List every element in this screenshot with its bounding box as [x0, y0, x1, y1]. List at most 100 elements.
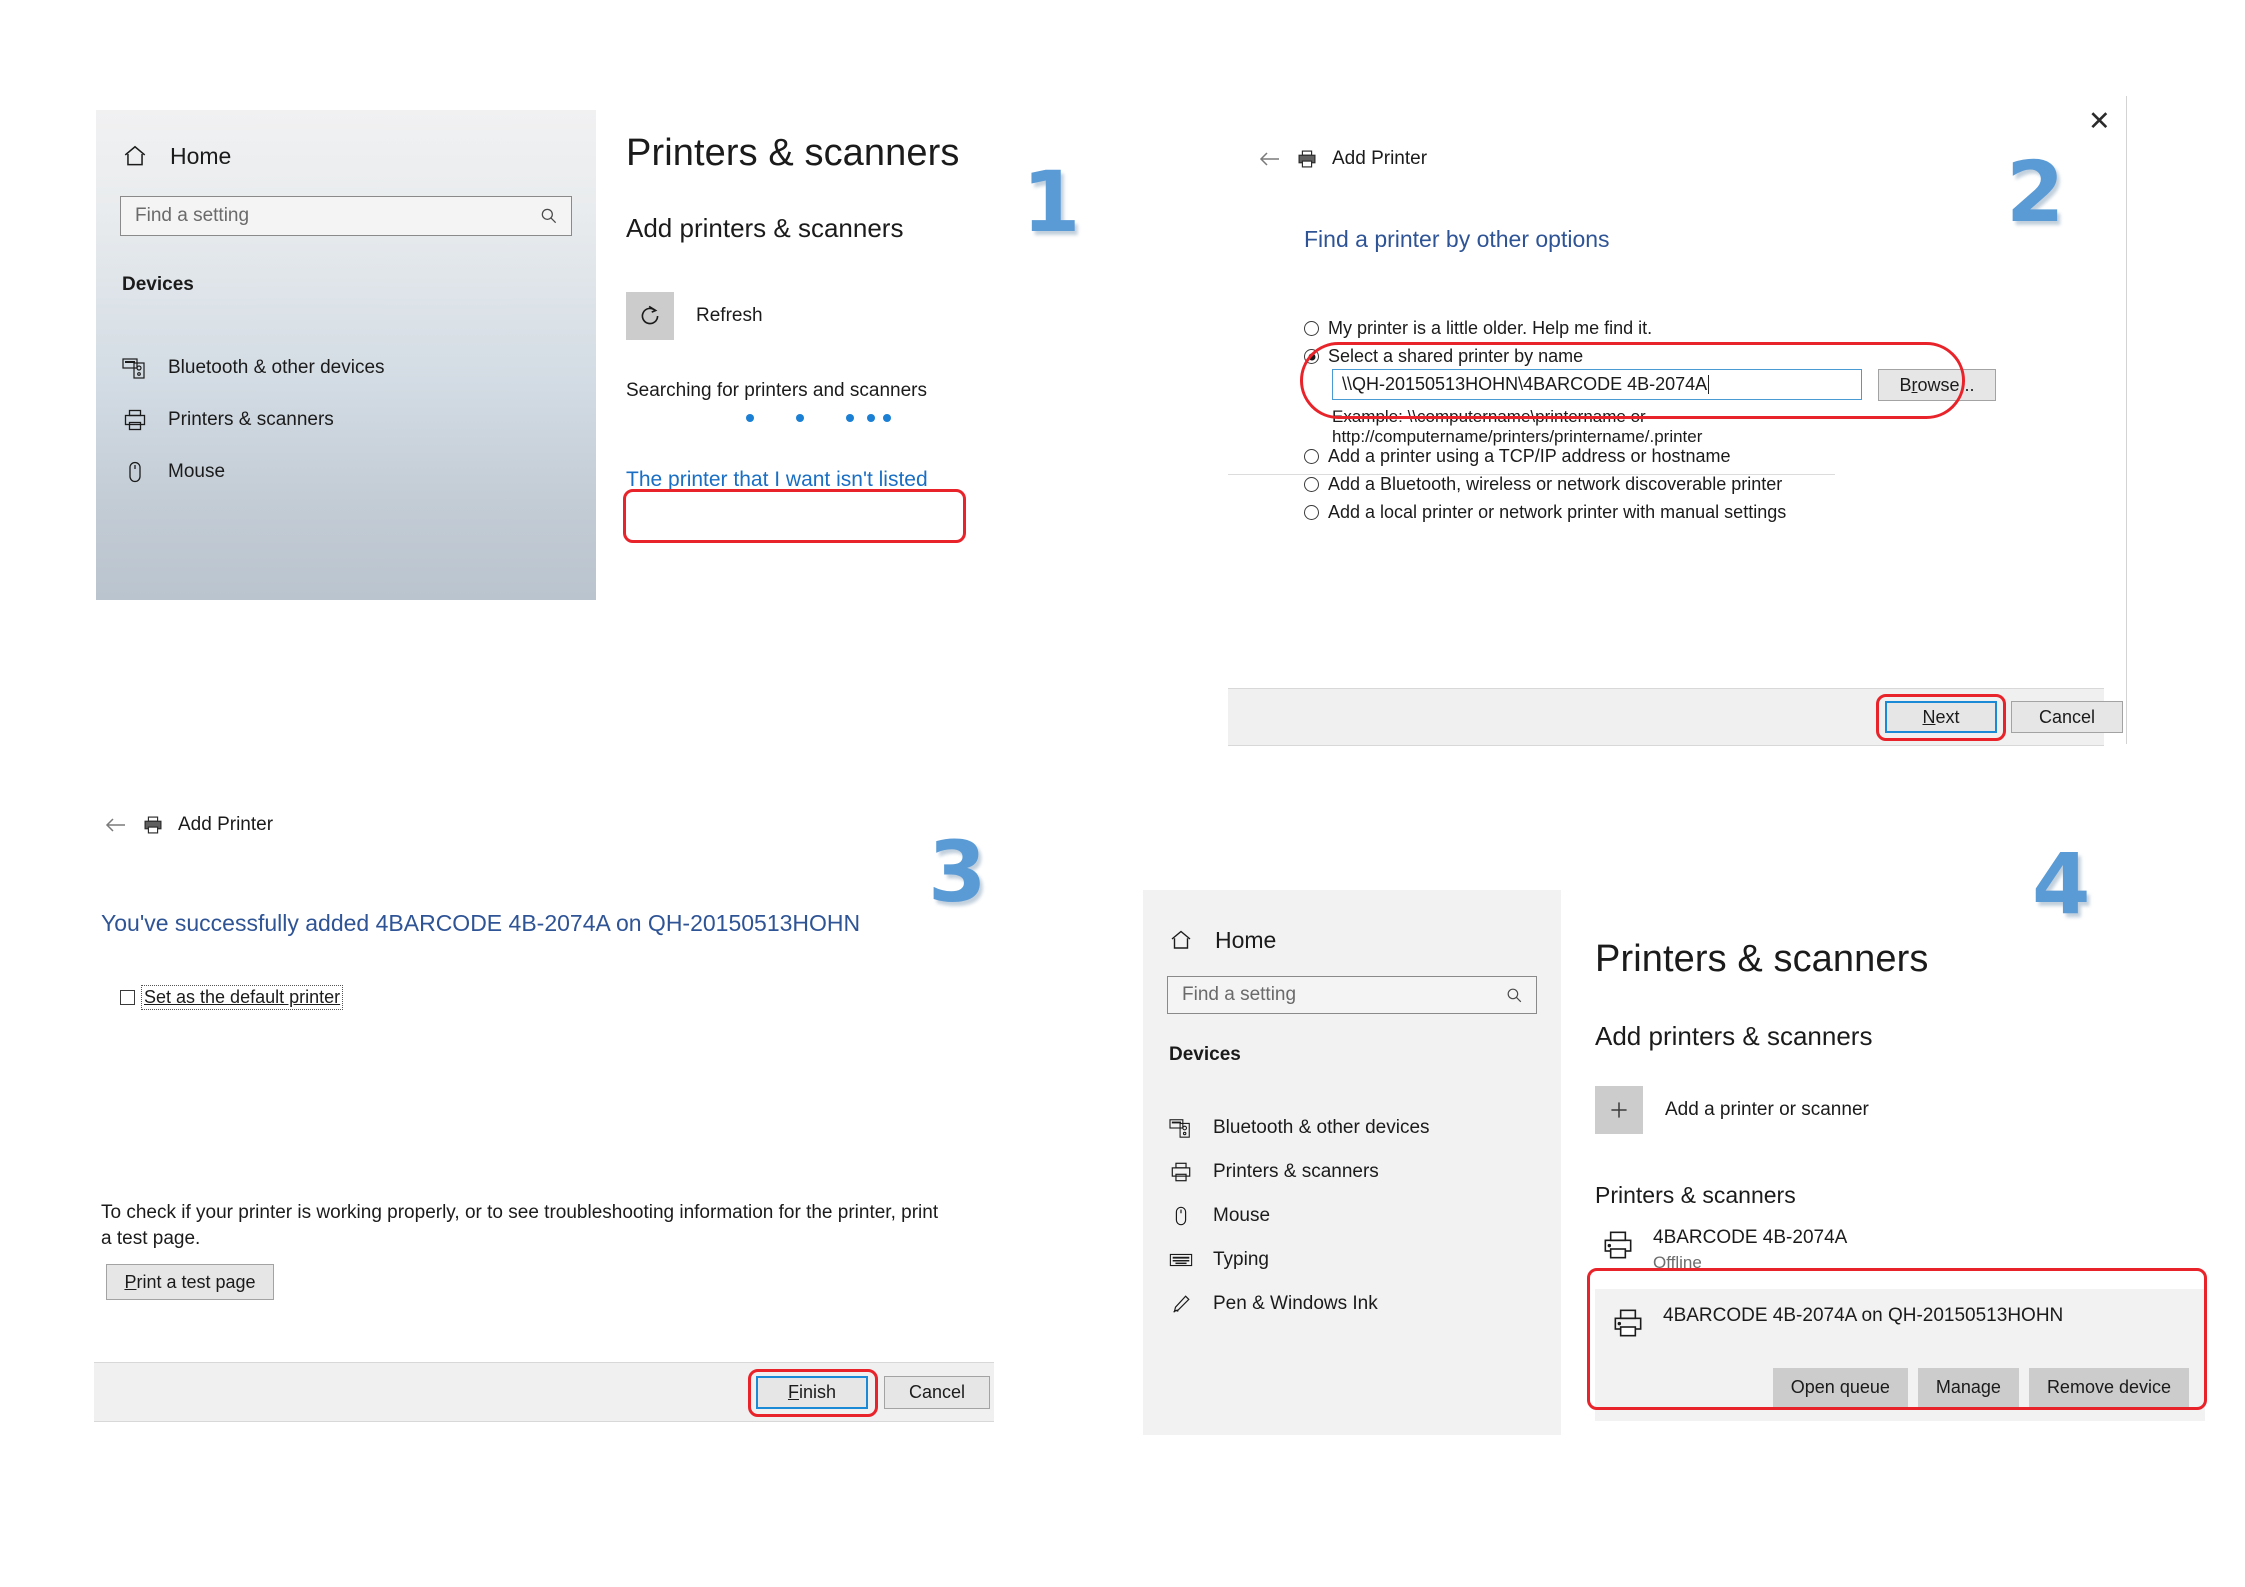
printer-icon: [1296, 149, 1318, 169]
back-arrow-icon[interactable]: [1258, 150, 1282, 168]
list-item[interactable]: 4BARCODE 4B-2074A on QH-20150513HOHN: [1595, 1289, 2205, 1339]
selected-printer-card[interactable]: 4BARCODE 4B-2074A on QH-20150513HOHN Ope…: [1595, 1289, 2205, 1421]
printer-icon: [122, 408, 148, 432]
option-select-shared-printer[interactable]: Select a shared printer by name: [1304, 346, 2064, 367]
add-printer-or-scanner-button[interactable]: Add a printer or scanner: [1595, 1086, 2215, 1134]
set-default-printer-label: Set as the default printer: [141, 985, 344, 1010]
dialog-title: Add Printer: [178, 814, 274, 835]
home-icon: [1169, 928, 1193, 952]
search-icon: [1505, 986, 1524, 1005]
radio-bluetooth-wireless-printer[interactable]: [1304, 477, 1319, 492]
refresh-tile[interactable]: [626, 292, 674, 340]
refresh-button[interactable]: Refresh: [626, 292, 1106, 340]
finish-button[interactable]: Finish: [756, 1376, 868, 1409]
remove-device-button[interactable]: Remove device: [2028, 1368, 2189, 1407]
close-icon[interactable]: ✕: [2088, 108, 2111, 135]
dialog-footer: [1228, 474, 1835, 475]
sidebar-item-printers-label: Printers & scanners: [168, 409, 334, 430]
dialog-headline: Find a printer by other options: [1304, 226, 1610, 252]
sidebar-item-pen-windows-ink[interactable]: Pen & Windows Ink: [1143, 1282, 1561, 1326]
option-local-manual-printer[interactable]: Add a local printer or network printer w…: [1304, 502, 2064, 523]
option-label: Select a shared printer by name: [1328, 346, 1584, 366]
search-input[interactable]: Find a setting: [1167, 976, 1537, 1014]
cancel-button[interactable]: Cancel: [2011, 701, 2123, 733]
bluetooth-devices-icon: [122, 356, 148, 380]
sidebar-item-printers-label: Printers & scanners: [1213, 1161, 1379, 1182]
radio-select-shared-printer[interactable]: [1304, 349, 1319, 364]
set-default-printer-row[interactable]: Set as the default printer: [120, 985, 344, 1010]
browse-button-label: Browse...: [1899, 374, 1975, 395]
sidebar-item-home[interactable]: Home: [1143, 912, 1561, 968]
dialog-title: Add Printer: [1332, 148, 1428, 169]
panel-step-3: Add Printer You've successfully added 4B…: [94, 800, 994, 1410]
sidebar-item-mouse[interactable]: Mouse: [1143, 1194, 1561, 1238]
radio-tcpip-printer[interactable]: [1304, 449, 1319, 464]
sidebar-item-printers-scanners[interactable]: Printers & scanners: [96, 394, 596, 446]
progress-dot: [746, 414, 754, 422]
progress-dot: [883, 414, 891, 422]
sidebar-item-pen-label: Pen & Windows Ink: [1213, 1293, 1378, 1314]
radio-my-printer-older[interactable]: [1304, 321, 1319, 336]
test-page-hint: To check if your printer is working prop…: [101, 1202, 939, 1249]
progress-dot: [796, 414, 804, 422]
search-icon: [539, 206, 559, 226]
search-placeholder: Find a setting: [135, 205, 250, 226]
browse-button[interactable]: Browse...: [1878, 369, 1996, 401]
search-placeholder: Find a setting: [1182, 984, 1297, 1005]
option-my-printer-older[interactable]: My printer is a little older. Help me fi…: [1304, 318, 2064, 339]
printer-not-listed-link[interactable]: The printer that I want isn't listed: [626, 468, 1106, 492]
sidebar-item-printers-scanners[interactable]: Printers & scanners: [1143, 1150, 1561, 1194]
panel4-content: Printers & scanners Add printers & scann…: [1595, 890, 2215, 1421]
print-test-page-label: Print a test page: [124, 1271, 256, 1292]
sidebar-item-bluetooth-other-devices[interactable]: Bluetooth & other devices: [96, 342, 596, 394]
shared-printer-name-input[interactable]: \\QH-20150513HOHN\4BARCODE 4B-2074A: [1332, 369, 1862, 400]
refresh-label: Refresh: [696, 305, 763, 326]
printer-icon: [1611, 1307, 1645, 1339]
option-label: My printer is a little older. Help me fi…: [1328, 318, 1653, 338]
option-label: Add a Bluetooth, wireless or network dis…: [1328, 474, 1783, 494]
sidebar-item-home-label: Home: [170, 142, 232, 169]
list-item[interactable]: 4BARCODE 4B-2074A Offline: [1601, 1227, 2215, 1273]
manage-button[interactable]: Manage: [1917, 1368, 2019, 1407]
sidebar-item-typing[interactable]: Typing: [1143, 1238, 1561, 1282]
sidebar-item-home[interactable]: Home: [96, 124, 596, 188]
mouse-icon: [1169, 1205, 1193, 1227]
cancel-button[interactable]: Cancel: [884, 1376, 990, 1409]
sidebar-item-home-label: Home: [1215, 926, 1277, 953]
sidebar-item-bluetooth-label: Bluetooth & other devices: [1213, 1117, 1430, 1138]
print-test-page-button[interactable]: Print a test page: [106, 1264, 274, 1300]
set-default-printer-checkbox[interactable]: [120, 990, 135, 1005]
step-number-4: 4: [2032, 835, 2091, 933]
sidebar-item-typing-label: Typing: [1213, 1249, 1269, 1270]
add-printer-tile[interactable]: [1595, 1086, 1643, 1134]
mouse-icon: [122, 460, 148, 484]
settings-sidebar-1: Home Find a setting Devices Bluetooth & …: [96, 110, 596, 600]
option-bluetooth-wireless-printer[interactable]: Add a Bluetooth, wireless or network dis…: [1304, 474, 2064, 495]
sidebar-item-mouse[interactable]: Mouse: [96, 446, 596, 498]
dialog-header: Add Printer: [1258, 148, 1427, 170]
sidebar-item-bluetooth-other-devices[interactable]: Bluetooth & other devices: [1143, 1106, 1561, 1150]
section-title-add-printers: Add printers & scanners: [1595, 1021, 1873, 1051]
option-label: Add a printer using a TCP/IP address or …: [1328, 446, 1731, 466]
next-button-label: Next: [1922, 706, 1960, 727]
option-tcpip-printer[interactable]: Add a printer using a TCP/IP address or …: [1304, 446, 2064, 467]
printer-card-actions: Open queue Manage Remove device: [1772, 1368, 2189, 1407]
panel-step-4: Home Find a setting Devices Bluetooth & …: [1143, 890, 2223, 1435]
radio-local-manual-printer[interactable]: [1304, 505, 1319, 520]
progress-dot: [867, 414, 875, 422]
panel2-right-divider: [2126, 96, 2127, 744]
pen-icon: [1169, 1293, 1193, 1315]
searching-status-text: Searching for printers and scanners: [626, 380, 927, 401]
search-input[interactable]: Find a setting: [120, 196, 572, 236]
progress-dot: [846, 414, 854, 422]
panel-step-1: Home Find a setting Devices Bluetooth & …: [96, 110, 1106, 600]
printer-icon: [142, 815, 164, 835]
step-number-3: 3: [928, 823, 987, 921]
page-title: Printers & scanners: [1595, 938, 1929, 980]
searching-dots: [746, 414, 1106, 422]
back-arrow-icon[interactable]: [104, 816, 128, 834]
sidebar-item-mouse-label: Mouse: [168, 461, 226, 482]
text-caret: [1708, 375, 1710, 394]
next-button[interactable]: Next: [1885, 701, 1997, 733]
open-queue-button[interactable]: Open queue: [1772, 1368, 1908, 1407]
